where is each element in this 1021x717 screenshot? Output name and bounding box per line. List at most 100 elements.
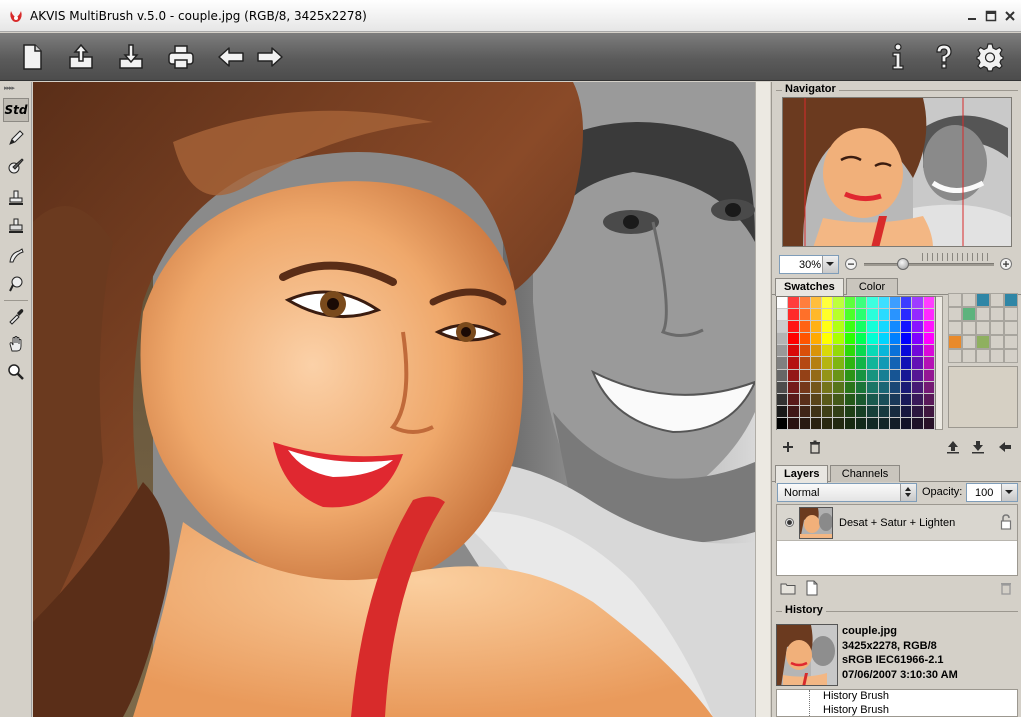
custom-swatch-cell[interactable] (990, 349, 1004, 363)
swatch-cell[interactable] (788, 405, 800, 418)
swatch-cell[interactable] (788, 417, 800, 431)
swatch-cell[interactable] (867, 297, 879, 310)
swatch-cell[interactable] (810, 297, 823, 310)
swatch-cell[interactable] (788, 297, 800, 310)
minimize-icon[interactable] (966, 10, 978, 22)
swatch-cell[interactable] (810, 381, 823, 394)
swatch-cell[interactable] (901, 345, 913, 358)
swatch-cell[interactable] (889, 309, 902, 322)
swatch-cell[interactable] (788, 321, 800, 334)
swatch-cell[interactable] (901, 309, 913, 322)
swatch-cell[interactable] (867, 417, 879, 431)
delete-layer-icon[interactable] (998, 580, 1014, 596)
swatch-cell[interactable] (923, 417, 935, 431)
custom-swatch-cell[interactable] (976, 321, 990, 335)
custom-swatch-cell[interactable] (1004, 349, 1018, 363)
swatch-cell[interactable] (833, 369, 845, 382)
swatch-cell[interactable] (844, 417, 856, 431)
swatch-cell[interactable] (912, 321, 924, 334)
swatch-cell[interactable] (810, 333, 823, 346)
swatch-cell[interactable] (901, 393, 913, 406)
custom-swatch-cell[interactable] (990, 335, 1004, 349)
swatch-cell[interactable] (912, 369, 924, 382)
swatch-cell[interactable] (912, 405, 924, 418)
swatch-cell[interactable] (912, 333, 924, 346)
swatch-cell[interactable] (833, 381, 845, 394)
swatch-cell[interactable] (923, 381, 935, 394)
swatch-cell[interactable] (855, 405, 868, 418)
tab-swatches[interactable]: Swatches (775, 278, 844, 296)
swatch-palette[interactable] (776, 296, 936, 431)
swatch-cell[interactable] (878, 393, 890, 406)
custom-swatch-cell[interactable] (962, 349, 976, 363)
swatch-cell[interactable] (889, 333, 902, 346)
swatch-cell[interactable] (844, 345, 856, 358)
import-swatches-button[interactable] (945, 439, 961, 455)
custom-swatch-cell[interactable] (990, 293, 1004, 307)
swatch-cell[interactable] (822, 333, 834, 346)
custom-swatch-cell[interactable] (948, 321, 962, 335)
swatch-cell[interactable] (799, 321, 811, 334)
swatch-cell[interactable] (855, 333, 868, 346)
custom-swatch-cell[interactable] (976, 335, 990, 349)
layer-row[interactable]: Desat + Satur + Lighten (777, 505, 1017, 541)
lock-icon[interactable] (1000, 514, 1012, 530)
swatch-cell[interactable] (912, 417, 924, 431)
swatch-cell[interactable] (878, 369, 890, 382)
swatch-cell[interactable] (889, 321, 902, 334)
swatch-cell[interactable] (833, 321, 845, 334)
swatch-cell[interactable] (867, 357, 879, 370)
tool-strip-grip-icon[interactable]: ▸▸▸▸ (4, 84, 28, 92)
swatch-cell[interactable] (923, 393, 935, 406)
history-snapshot-thumbnail[interactable] (776, 624, 838, 686)
swatch-cell[interactable] (844, 297, 856, 310)
swatch-cell[interactable] (923, 369, 935, 382)
swatch-cell[interactable] (912, 381, 924, 394)
swatch-cell[interactable] (777, 381, 789, 394)
custom-swatch-cell[interactable] (962, 321, 976, 335)
swatch-cell[interactable] (912, 297, 924, 310)
save-file-button[interactable] (113, 39, 149, 75)
swatch-cell[interactable] (867, 345, 879, 358)
swatch-cell[interactable] (878, 405, 890, 418)
swatch-cell[interactable] (788, 345, 800, 358)
swatch-cell[interactable] (799, 333, 811, 346)
swatch-cell[interactable] (810, 345, 823, 358)
swatch-cell[interactable] (889, 357, 902, 370)
swatch-cell[interactable] (810, 357, 823, 370)
info-button[interactable] (880, 39, 916, 75)
swatch-cell[interactable] (799, 405, 811, 418)
zoom-slider-handle[interactable] (897, 258, 909, 270)
custom-swatch-cell[interactable] (948, 349, 962, 363)
swatch-cell[interactable] (810, 309, 823, 322)
swatch-cell[interactable] (912, 309, 924, 322)
swatch-cell[interactable] (889, 405, 902, 418)
swatch-cell[interactable] (844, 405, 856, 418)
custom-swatch-grid[interactable] (948, 293, 1020, 363)
swatch-cell[interactable] (777, 417, 789, 431)
swatch-cell[interactable] (912, 393, 924, 406)
swatch-cell[interactable] (901, 381, 913, 394)
swatch-cell[interactable] (901, 297, 913, 310)
swatch-cell[interactable] (799, 369, 811, 382)
swatch-cell[interactable] (901, 405, 913, 418)
swatch-cell[interactable] (901, 369, 913, 382)
swatch-cell[interactable] (889, 381, 902, 394)
eyedropper-tool[interactable] (3, 304, 29, 328)
custom-swatch-cell[interactable] (1004, 335, 1018, 349)
swatch-cell[interactable] (844, 381, 856, 394)
swatch-cell[interactable] (901, 333, 913, 346)
custom-swatch-cell[interactable] (976, 307, 990, 321)
swatch-cell[interactable] (777, 345, 789, 358)
swatch-cell[interactable] (833, 333, 845, 346)
swatch-cell[interactable] (788, 381, 800, 394)
swatch-cell[interactable] (878, 333, 890, 346)
zoom-tool[interactable] (3, 360, 29, 384)
opacity-dropdown-button[interactable] (1001, 484, 1017, 501)
new-group-icon[interactable] (780, 580, 796, 596)
swatch-cell[interactable] (788, 309, 800, 322)
swatch-cell[interactable] (867, 321, 879, 334)
custom-swatch-cell[interactable] (990, 321, 1004, 335)
swatch-cell[interactable] (777, 405, 789, 418)
swatch-cell[interactable] (889, 393, 902, 406)
